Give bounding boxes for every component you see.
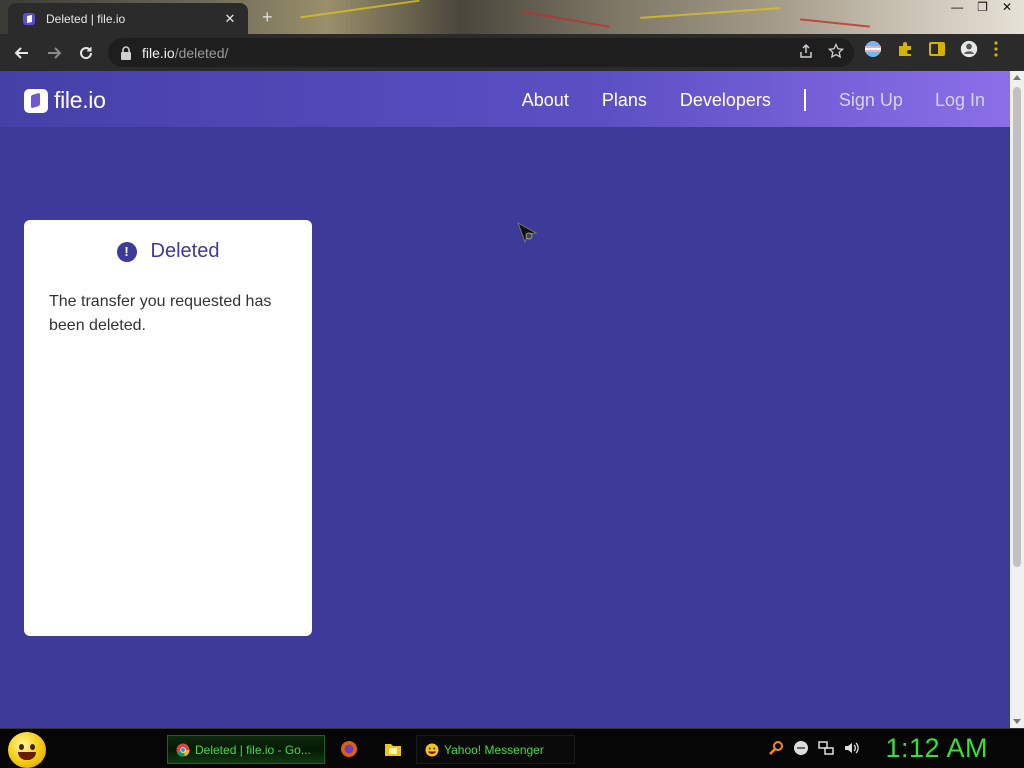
flag-extension-icon[interactable]	[864, 40, 882, 58]
card-title: Deleted	[150, 240, 220, 262]
maximize-icon[interactable]: ❐	[977, 0, 988, 14]
taskbar-item-label: Deleted | file.io - Go...	[195, 742, 311, 757]
system-tray	[768, 740, 859, 756]
arrow-right-icon	[48, 46, 62, 59]
close-window-icon[interactable]: ✕	[1002, 0, 1012, 14]
logo-text: file.io	[54, 87, 106, 113]
profile-avatar-icon[interactable]	[960, 40, 978, 58]
start-button-smiley-icon[interactable]	[8, 732, 46, 768]
wallpaper-scribble	[640, 7, 780, 19]
site-header: file.io About Plans Developers Sign Up L…	[0, 71, 1010, 127]
reload-button[interactable]	[70, 37, 102, 69]
yahoo-messenger-icon	[425, 743, 439, 756]
scroll-up-arrow-icon[interactable]	[1013, 75, 1021, 80]
page-viewport: file.io About Plans Developers Sign Up L…	[0, 71, 1010, 728]
browser-tab-strip: Deleted | file.io ✕ + — ❐ ✕	[0, 0, 1024, 34]
taskbar-item-yahoo-messenger[interactable]: Yahoo! Messenger	[416, 735, 575, 764]
site-logo[interactable]: file.io	[24, 87, 106, 114]
search-key-tray-icon[interactable]	[768, 740, 784, 756]
nav-link-sign-up[interactable]: Sign Up	[839, 90, 903, 111]
browser-tab-active[interactable]: Deleted | file.io ✕	[8, 3, 248, 34]
mouse-cursor-icon	[517, 221, 538, 244]
tab-title: Deleted | file.io	[46, 11, 126, 26]
new-tab-button[interactable]: +	[262, 7, 273, 28]
taskbar-clock[interactable]: 1:12 AM	[885, 733, 988, 764]
deleted-notice-card: ! Deleted The transfer you requested has…	[24, 220, 312, 636]
url-path: /deleted/	[174, 44, 229, 61]
status-tray-icon[interactable]	[793, 740, 809, 756]
wallpaper-scribble	[300, 0, 420, 19]
reload-icon	[80, 46, 93, 59]
wallpaper-scribble	[520, 10, 610, 28]
puzzle-extensions-icon[interactable]	[896, 40, 914, 58]
address-bar[interactable]: file.io/deleted/	[108, 38, 854, 67]
forward-button[interactable]	[38, 37, 70, 69]
url-host: file.io	[142, 44, 175, 61]
folder-icon[interactable]	[384, 740, 402, 758]
volume-tray-icon[interactable]	[843, 740, 859, 756]
lock-icon	[121, 45, 131, 60]
file-io-favicon-icon	[23, 12, 35, 25]
arrow-left-icon	[14, 46, 28, 59]
chrome-icon	[176, 743, 190, 757]
network-tray-icon[interactable]	[818, 740, 834, 756]
firefox-icon[interactable]	[340, 740, 358, 758]
smiley-eye	[19, 744, 24, 750]
card-header: ! Deleted	[24, 240, 312, 263]
side-panel-icon[interactable]	[928, 40, 946, 58]
scroll-down-arrow-icon[interactable]	[1013, 719, 1021, 724]
scrollbar-thumb[interactable]	[1013, 87, 1021, 567]
page-scrollbar[interactable]	[1010, 71, 1024, 728]
file-io-logo-icon	[24, 88, 48, 113]
smiley-eye	[30, 744, 35, 750]
taskbar-item-label: Yahoo! Messenger	[444, 742, 544, 757]
taskbar-item-chrome[interactable]: Deleted | file.io - Go...	[167, 735, 325, 764]
browser-menu-icon[interactable]	[992, 40, 1000, 58]
window-controls: — ❐ ✕	[951, 0, 1012, 14]
back-button[interactable]	[6, 37, 38, 69]
minimize-icon[interactable]: —	[951, 0, 963, 14]
bookmark-star-icon[interactable]	[828, 43, 844, 59]
nav-divider	[803, 89, 806, 111]
alert-circle-icon: !	[116, 241, 137, 262]
share-icon[interactable]	[798, 43, 814, 59]
extension-icons	[864, 40, 1000, 58]
os-taskbar: Deleted | file.io - Go... Yahoo! Messeng…	[0, 728, 1024, 768]
smiley-mouth	[18, 752, 36, 760]
site-nav: About Plans Developers Sign Up Log In	[522, 89, 985, 111]
nav-link-plans[interactable]: Plans	[602, 90, 647, 111]
nav-link-log-in[interactable]: Log In	[935, 90, 985, 111]
nav-link-developers[interactable]: Developers	[680, 90, 771, 111]
wallpaper-scribble	[800, 18, 870, 28]
tab-close-icon[interactable]: ✕	[222, 11, 238, 27]
nav-link-about[interactable]: About	[522, 90, 569, 111]
card-message: The transfer you requested has been dele…	[49, 293, 272, 334]
